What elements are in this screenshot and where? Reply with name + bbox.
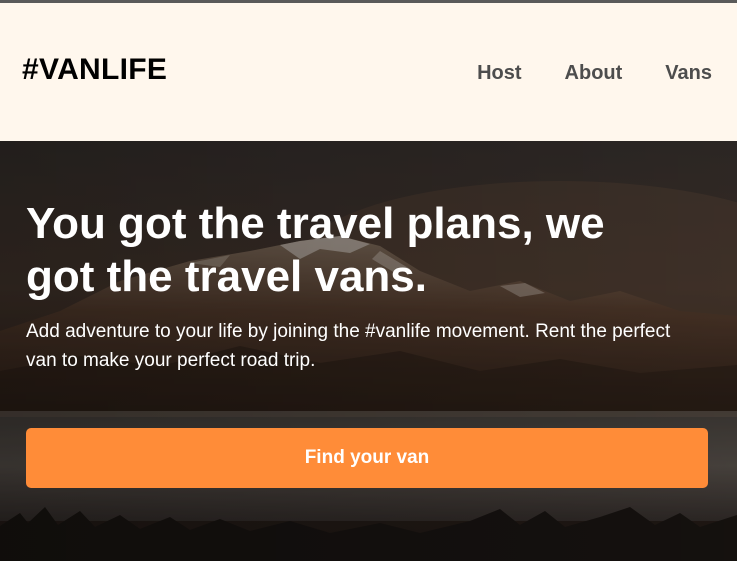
- hero-title: You got the travel plans, we got the tra…: [26, 199, 605, 301]
- hero-content: You got the travel plans, we got the tra…: [26, 197, 711, 375]
- site-logo[interactable]: #VANLIFE: [22, 53, 167, 87]
- nav-link-vans[interactable]: Vans: [665, 62, 712, 85]
- find-your-van-button[interactable]: Find your van: [26, 428, 708, 488]
- site-header: #VANLIFE Host About Vans: [0, 3, 737, 141]
- hero-section: You got the travel plans, we got the tra…: [0, 141, 737, 561]
- nav-link-about[interactable]: About: [565, 62, 623, 85]
- hero-subtitle: Add adventure to your life by joining th…: [26, 321, 671, 371]
- nav-link-host[interactable]: Host: [477, 62, 521, 85]
- main-nav: Host About Vans: [477, 62, 712, 85]
